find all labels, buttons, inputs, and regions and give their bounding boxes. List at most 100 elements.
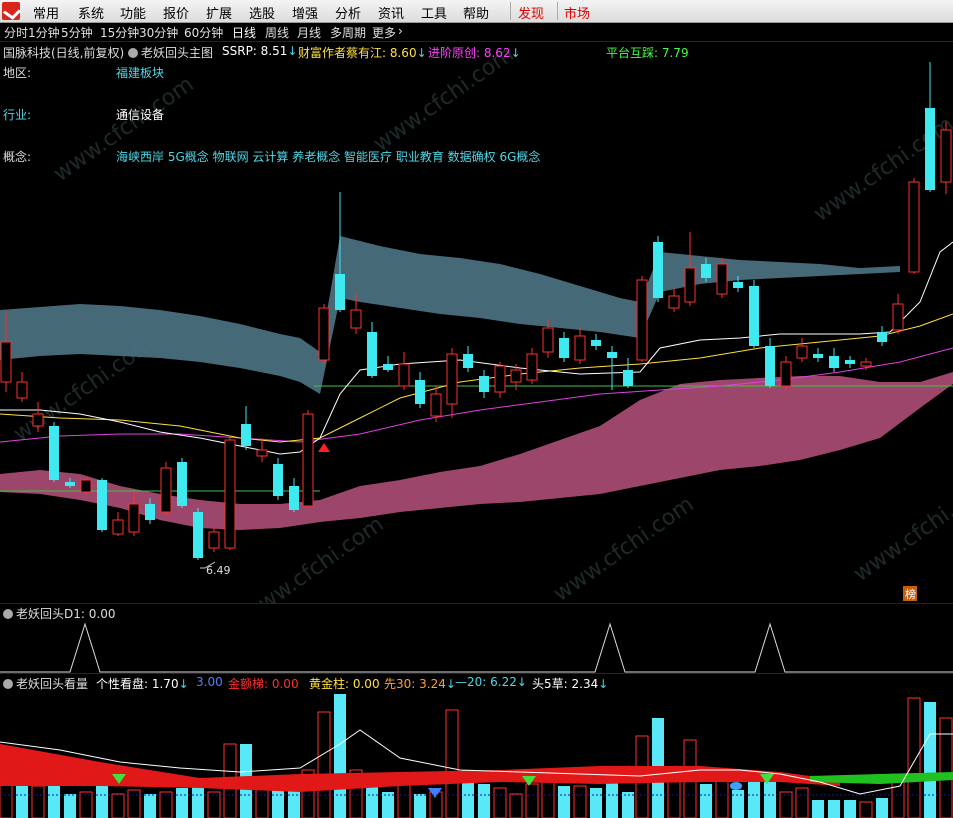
volume-bar	[176, 788, 188, 818]
down-arrow-icon: ↓	[178, 677, 189, 691]
volume-bar	[111, 793, 125, 818]
candle	[749, 286, 759, 346]
red-volume-band	[0, 744, 840, 792]
period-multi[interactable]: 多周期	[330, 24, 366, 41]
period-30min[interactable]: 30分钟	[139, 24, 178, 41]
chevron-right-icon[interactable]: ›	[398, 24, 403, 38]
candle	[224, 439, 236, 549]
d1-title: 老妖回头D1	[16, 607, 81, 621]
volume-bar	[924, 702, 936, 818]
volume-bar	[334, 694, 346, 818]
period-weekly[interactable]: 周线	[265, 24, 289, 41]
volume-bar	[478, 784, 490, 818]
candle	[145, 504, 155, 520]
rank-badge-label: 榜	[905, 587, 916, 601]
volume-bar	[288, 788, 300, 818]
menu-common[interactable]: 常用	[33, 3, 59, 22]
volume-bar	[317, 711, 331, 818]
volume-bar	[859, 801, 873, 818]
period-monthly[interactable]: 月线	[297, 24, 321, 41]
menu-tools[interactable]: 工具	[421, 3, 447, 22]
volume-bar	[573, 785, 587, 818]
volume-bar	[366, 786, 378, 818]
d1-indicator-chart[interactable]	[0, 604, 953, 674]
candle	[716, 263, 728, 295]
region-label: 地区:	[3, 66, 32, 80]
tou5-text: 头5草: 2.34	[532, 677, 599, 691]
menu-discover[interactable]: 发现	[518, 3, 544, 22]
candle	[112, 519, 124, 535]
indicator-selector[interactable]: 老妖回头主图	[128, 44, 213, 61]
candle	[65, 482, 75, 486]
candle	[160, 467, 172, 513]
period-timeshare[interactable]: 分时	[4, 24, 28, 41]
menu-analysis[interactable]: 分析	[335, 3, 361, 22]
period-1min[interactable]: 1分钟	[28, 24, 60, 41]
volume-bar	[64, 794, 76, 818]
candle	[940, 129, 952, 183]
vol-header[interactable]: 老妖回头看量	[3, 675, 88, 692]
period-daily[interactable]: 日线	[232, 24, 256, 41]
volume-bar	[779, 791, 793, 818]
candle	[302, 413, 314, 507]
candle	[510, 369, 522, 383]
volume-chart[interactable]	[0, 674, 953, 818]
ssrp-text: SSRP: 8.51	[222, 44, 288, 58]
volume-bar	[144, 794, 156, 818]
volume-bar	[606, 780, 618, 818]
candle	[591, 340, 601, 346]
vol-title: 老妖回头看量	[16, 677, 89, 691]
menu-select-stock[interactable]: 选股	[249, 3, 275, 22]
caifu-value: 财富作者蔡有江: 8.60↓	[298, 44, 427, 61]
candle	[668, 295, 680, 309]
candle	[318, 307, 330, 361]
period-60min[interactable]: 60分钟	[184, 24, 223, 41]
industry-value[interactable]: 通信设备	[116, 106, 164, 123]
candle	[559, 338, 569, 358]
menu-enhance[interactable]: 增强	[292, 3, 318, 22]
volume-bar	[558, 786, 570, 818]
caifu-text: 财富作者蔡有江: 8.60	[298, 46, 417, 60]
period-more[interactable]: 更多	[372, 24, 396, 41]
watermark: www.cfchi.com	[49, 72, 198, 187]
menu-news[interactable]: 资讯	[378, 3, 404, 22]
period-5min[interactable]: 5分钟	[61, 24, 93, 41]
buy-signal-icon	[318, 443, 330, 452]
candle	[398, 363, 410, 387]
candle	[415, 380, 425, 404]
candle	[526, 353, 538, 381]
candle	[684, 267, 696, 303]
menu-function[interactable]: 功能	[120, 3, 146, 22]
candle	[574, 335, 586, 361]
dropdown-icon	[3, 609, 13, 619]
volume-bar	[715, 779, 729, 818]
region-value[interactable]: 福建板块	[116, 64, 164, 81]
menu-extend[interactable]: 扩展	[206, 3, 232, 22]
low-price-label: 6.49	[206, 564, 231, 577]
volume-bar	[828, 800, 840, 818]
volume-bar	[700, 784, 712, 818]
period-15min[interactable]: 15分钟	[100, 24, 139, 41]
concept-value[interactable]: 海峡西岸 5G概念 物联网 云计算 养老概念 智能医疗 职业教育 数据确权 6G…	[116, 148, 540, 165]
volume-bar	[509, 793, 523, 818]
volume-bar	[127, 789, 141, 818]
candle	[273, 464, 283, 496]
volume-bars	[0, 694, 953, 818]
candle	[256, 449, 268, 457]
candle	[177, 462, 187, 506]
menu-help[interactable]: 帮助	[463, 3, 489, 22]
app-logo-icon[interactable]	[2, 2, 20, 20]
diamond-icon	[730, 782, 742, 790]
down-arrow-icon: ↓	[510, 46, 521, 60]
candle	[623, 370, 633, 386]
candle	[636, 279, 648, 361]
d1-line	[0, 622, 953, 673]
menu-market[interactable]: 市场	[564, 3, 590, 22]
volume-bar	[812, 800, 824, 818]
d1-header[interactable]: 老妖回头D1: 0.00	[3, 605, 115, 622]
menu-quote[interactable]: 报价	[163, 3, 189, 22]
candle	[128, 503, 140, 533]
main-chart[interactable]: www.cfchi.com www.cfchi.com www.cfchi.co…	[0, 42, 953, 604]
menu-system[interactable]: 系统	[78, 3, 104, 22]
candle	[701, 264, 711, 278]
